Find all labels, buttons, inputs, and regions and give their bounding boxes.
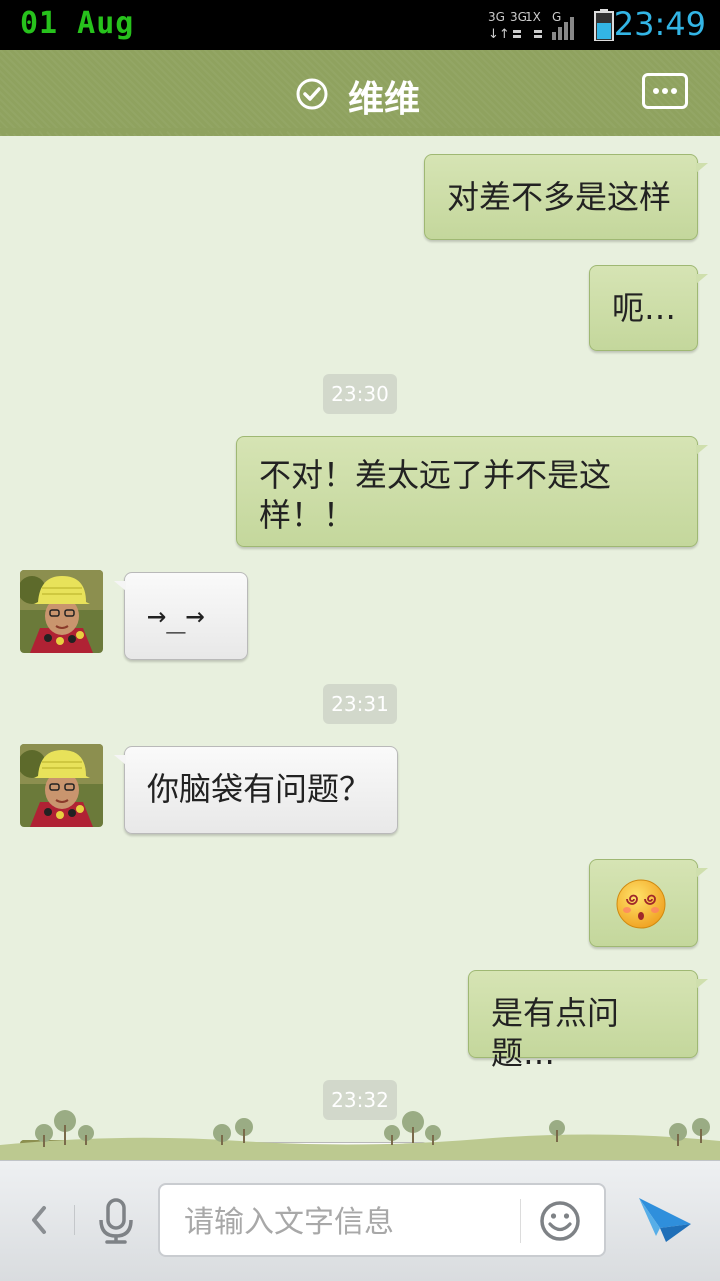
smiley-icon[interactable] [538,1199,582,1243]
message-bubble-outgoing[interactable]: 呃… [589,265,708,351]
signal-icon: 3G 3G 1X G ↓↑ [488,10,574,42]
more-dot [671,88,677,94]
status-time: 23:49 [613,5,706,43]
status-date: 01 Aug [20,6,135,41]
toolbar-divider [74,1205,75,1235]
battery-icon [594,9,614,41]
svg-text:3G: 3G [488,10,505,24]
contact-name: 维维 [348,79,421,120]
input-divider [520,1199,521,1243]
title-bar-edge [0,128,720,136]
message-timestamp: 23:31 [323,684,397,724]
message-timestamp: 23:30 [323,374,397,414]
svg-text:G: G [552,10,561,24]
svg-text:↓↑: ↓↑ [488,27,510,42]
more-dot [662,88,668,94]
chat-menu-button[interactable] [642,73,688,109]
more-dots-icon [653,88,659,94]
svg-text:1X: 1X [525,10,541,24]
send-icon[interactable] [636,1192,694,1246]
background-scenery [0,1110,720,1160]
message-bubble-outgoing[interactable] [589,859,708,947]
avatar-image [20,570,103,653]
message-bubble-outgoing[interactable]: 是有点问题… [468,970,708,1072]
message-input-field[interactable] [158,1183,606,1257]
avatar[interactable] [20,744,103,827]
microphone-icon[interactable] [96,1196,136,1246]
message-bubble-incoming[interactable]: →_→ [114,572,248,660]
message-text-input[interactable] [182,1199,506,1245]
check-circle-icon [296,78,328,110]
status-bar: 01 Aug 3G 3G 1X G ↓↑ 23:49 [0,0,720,50]
message-bubble-outgoing[interactable]: 不对！差太远了并不是这样！！ [236,436,708,547]
chevron-left-icon[interactable] [24,1198,54,1242]
chat-message-list[interactable]: 对差不多是这样 呃… 23:30 不对！差太远了并不是这样！！ →_→ 23:3… [0,138,720,1160]
message-bubble-incoming[interactable]: 你脑袋有问题？ [114,746,398,834]
message-bubble-outgoing[interactable]: 对差不多是这样 [424,154,708,240]
avatar-image [20,744,103,827]
avatar[interactable] [20,570,103,653]
dizzy-face-emoji [616,879,666,929]
